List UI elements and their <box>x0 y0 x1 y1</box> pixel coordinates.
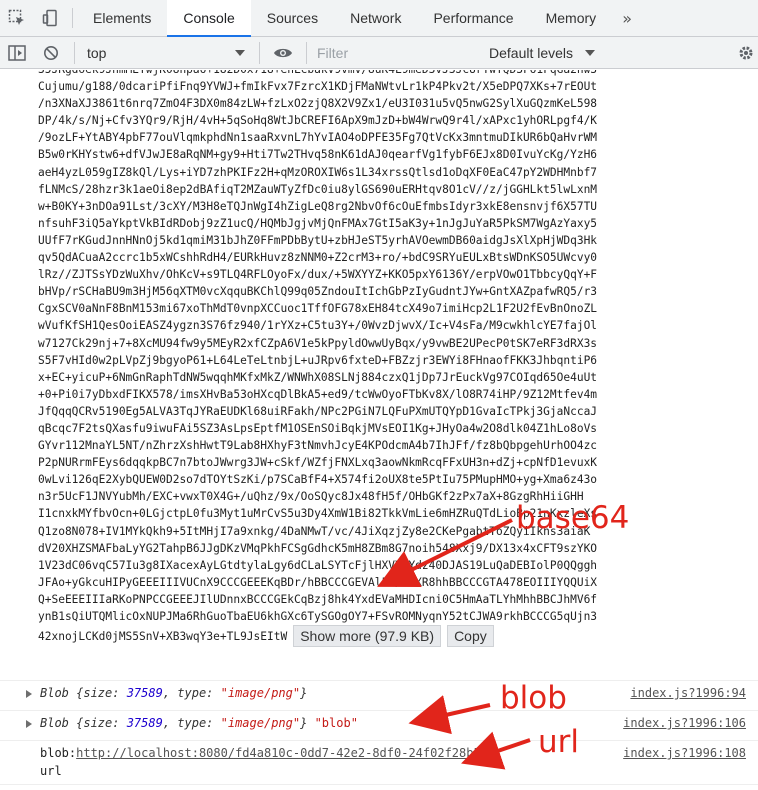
base64-line: w7127Ck29nj+7+8XcMU94fw9y5MEyR2xfCZpA6V1… <box>38 336 598 350</box>
blob-size: 37589 <box>126 686 163 700</box>
source-link[interactable]: index.js?1996:108 <box>623 746 746 760</box>
base64-line: S5F7vHId0w2pLVpZj9bgyoP61+L64LeTeLtnbjL+… <box>38 353 598 367</box>
log-levels-label: Default levels <box>489 44 574 61</box>
base64-line: 42xnojLCKd0jMS5SnV+XB3wqY3e+TL9JsEItW <box>38 629 288 643</box>
base64-line: JfQqqQCRv5190Eg5ALVA3TqJYRaEUDKl68uiRFak… <box>38 404 598 418</box>
base64-line: Q+SeEEEIIIaRKoPNPCCGEEEJIlUDnnxBCCCGEkCq… <box>38 592 598 606</box>
blob-type: "image/png" <box>220 686 301 700</box>
base64-line: lRz//ZJTSsYDzWuXhv/OhKcV+s9TLQ4RFLOyoFx/… <box>38 268 598 282</box>
context-selector[interactable]: top <box>81 41 253 65</box>
copy-button[interactable]: Copy <box>447 625 494 648</box>
base64-last-line: 42xnojLCKd0jMS5SnV+XB3wqY3e+TL9JsEItW Sho… <box>38 625 752 648</box>
inspect-element-icon[interactable] <box>0 0 34 36</box>
console-message-url: blob:http://localhost:8080/fd4a810c-0dd7… <box>0 740 758 780</box>
console-output: 35JRgdoek9JnmMEYwjK08hpa6+182D0x718+enLc… <box>0 70 758 790</box>
base64-line: UUfF7rKGudJnnHNnOj5kd1qmiM31bJhZ0FFmPDbB… <box>38 233 598 247</box>
tab-console[interactable]: Console <box>167 0 252 37</box>
blob-type: "image/png" <box>220 716 301 730</box>
url-prefix: blob: <box>40 746 77 760</box>
toolbar-divider <box>306 41 307 64</box>
annotation-url: url <box>538 724 580 760</box>
tab-sources[interactable]: Sources <box>251 0 334 36</box>
more-tabs-button[interactable]: » <box>612 0 642 36</box>
url-string: url <box>40 764 62 778</box>
base64-line: CgxSCV0aNnF8BnM153mi67xoThMdT0vnpXCCuoc1… <box>38 302 598 316</box>
blob-suffix: } <box>300 686 308 700</box>
base64-line: I1cnxkMYfbvOcn+0LGjctpL0fu3Myt1uMrCvS5u3… <box>38 507 598 521</box>
blob-prefix: Blob {size: <box>40 716 127 730</box>
tab-network[interactable]: Network <box>334 0 417 36</box>
base64-line: x+EC+yicuP+6NmGnRaphTdNW5wqqhMKfxMkZ/WNW… <box>38 370 598 384</box>
base64-line: /n3XNaXJ3861t6nrq7ZmO4F3DX0m84zLW+fzLxO2… <box>38 97 598 111</box>
blob-size: 37589 <box>126 716 163 730</box>
blob-prefix: Blob {size: <box>40 686 127 700</box>
show-more-button[interactable]: Show more (97.9 KB) <box>293 625 442 648</box>
chevron-down-icon <box>585 49 596 56</box>
base64-line: wVufKfSH1QesOoiEASZ4ygzn3S76fz940/1rYXz+… <box>38 319 598 333</box>
tab-memory[interactable]: Memory <box>530 0 613 36</box>
blob-type-key: , type: <box>162 686 221 700</box>
base64-line: dV20XHZSMAFbaLyYG2TahpB6JJgDKzVMqPkhFCSg… <box>38 541 598 555</box>
base64-line: /9ozLF+YtABY4pbF77ouVlqmkphdNn1saaRxvnL7… <box>38 131 598 145</box>
base64-line: Q1zo8N078+IV1MYkQkh9+5ItMHjI7a9xnkg/4DaN… <box>38 524 591 538</box>
console-message-blob-1: Blob {size: 37589, type: "image/png"} in… <box>0 680 758 707</box>
base64-line: qv5QdACuaA2ccrc1b5xWCshhRdH4/EURkHuvz8zN… <box>38 251 598 265</box>
live-expression-eye-icon[interactable] <box>266 37 300 69</box>
blob-suffix: } <box>300 716 308 730</box>
console-message-partial <box>0 784 758 790</box>
base64-string-output: 35JRgdoek9JnmMEYwjK08hpa6+182D0x718+enLc… <box>0 70 758 648</box>
base64-line: qBcqc7F2tsQXasfu9iwuFAi5SZ3AsLpsEptfM1OS… <box>38 421 598 435</box>
blob-url-link[interactable]: http://localhost:8080/fd4a810c-0dd7-42e2… <box>76 746 495 760</box>
base64-line: bHVp/rSCHaBU9m3HjM56qXTM0vcXqquBKChlQ99q… <box>38 285 598 299</box>
source-link[interactable]: index.js?1996:94 <box>630 686 746 700</box>
tabbar-divider <box>72 8 73 28</box>
chevron-down-icon <box>235 49 245 56</box>
base64-line: DP/4k/s/Nj+Cfv3YQr9/RjH/4vH+5qSoHq8WtJbC… <box>38 114 598 128</box>
base64-line: Cujumu/g188/0dcariPfiFnq9YVWJ+fmIkFvx7Fz… <box>38 80 598 94</box>
blob-type-key: , type: <box>162 716 221 730</box>
tab-performance[interactable]: Performance <box>417 0 529 36</box>
base64-line: 35JRgdoek9JnmMEYwjK08hpa6+182D0x718+enLc… <box>38 70 752 78</box>
log-levels-dropdown[interactable]: Default levels <box>483 44 596 61</box>
base64-line: 1V23dC06vqC57Iu3g8IXacexAyLGtdtylaLgy6dC… <box>38 558 598 572</box>
context-selector-value: top <box>87 44 107 61</box>
devtools-tabbar: Elements Console Sources Network Perform… <box>0 0 758 37</box>
base64-line: w+B0KY+3nDOa91Lst/3cXY/M3H8eTQJnWgI4hZig… <box>38 199 598 213</box>
base64-line: GYvr112MnaYL5NT/nZhrzXshHwtT9Lab8HXhyF3t… <box>38 439 598 453</box>
base64-line: B5w0rKHYstw6+dfVJwJE8aRqNM+gy9+Hti7Tw2TH… <box>38 148 598 162</box>
base64-line: P2pNURrmFEys6dqqkpBC7n7btoJWwrg3JW+cSkf/… <box>38 456 598 470</box>
device-toolbar-icon[interactable] <box>34 0 68 36</box>
base64-line: JFAo+yGkcuHIPyGEEEIIIVUCnX9CCCGEEEKqBDr/… <box>38 575 598 589</box>
toolbar-divider <box>259 41 260 64</box>
filter-input[interactable]: Filter <box>313 41 483 65</box>
url-line: blob:http://localhost:8080/fd4a810c-0dd7… <box>40 746 495 760</box>
base64-line: ynB1sQiUTQMlicOxNUPJMa6RhGuoTbaEU6khGXc6… <box>38 610 598 623</box>
base64-line: n3r5UcF1JNVYubMh/EXC+vwxT0X4G+/uQhz/9x/O… <box>38 490 584 504</box>
clear-console-icon[interactable] <box>34 37 68 69</box>
expand-triangle-icon[interactable] <box>26 690 32 698</box>
expand-triangle-icon[interactable] <box>26 720 32 728</box>
console-settings-gear-icon[interactable] <box>734 45 758 61</box>
toolbar-divider <box>74 41 75 64</box>
base64-line: aeH4yzL059gIZ8kQl/Lys+iYD7zhPKIFz2H+qMzO… <box>38 165 598 179</box>
source-link[interactable]: index.js?1996:106 <box>623 716 746 730</box>
blob-object[interactable]: Blob {size: 37589, type: "image/png"} <box>26 686 308 700</box>
blob-string-value: "blob" <box>314 716 358 730</box>
base64-line: fLNMcS/28hzr3k1aeOi8ep2dBAfiqT2MZauWTyZf… <box>38 182 598 196</box>
base64-line: +0+Pi0i7yDbxdFIKX578/imsXHvBa53oHXcqDlBk… <box>38 387 598 401</box>
base64-line: 0wLvi126qE2XybQUEW0D2so7dTOYtSzKi/p7SCaB… <box>38 473 598 487</box>
tab-elements[interactable]: Elements <box>77 0 167 36</box>
console-message-blob-2: Blob {size: 37589, type: "image/png"} "b… <box>0 710 758 737</box>
annotation-base64: base64 <box>516 500 630 536</box>
base64-line: nfsuhF3iQ5aYkptVkBIdRDobj9zZ1ucQ/HQMbJgj… <box>38 216 598 230</box>
console-toolbar: top Filter Default levels <box>0 37 758 69</box>
sidebar-toggle-icon[interactable] <box>0 37 34 69</box>
blob-object[interactable]: Blob {size: 37589, type: "image/png"} "b… <box>26 716 358 730</box>
annotation-blob: blob <box>500 680 567 716</box>
